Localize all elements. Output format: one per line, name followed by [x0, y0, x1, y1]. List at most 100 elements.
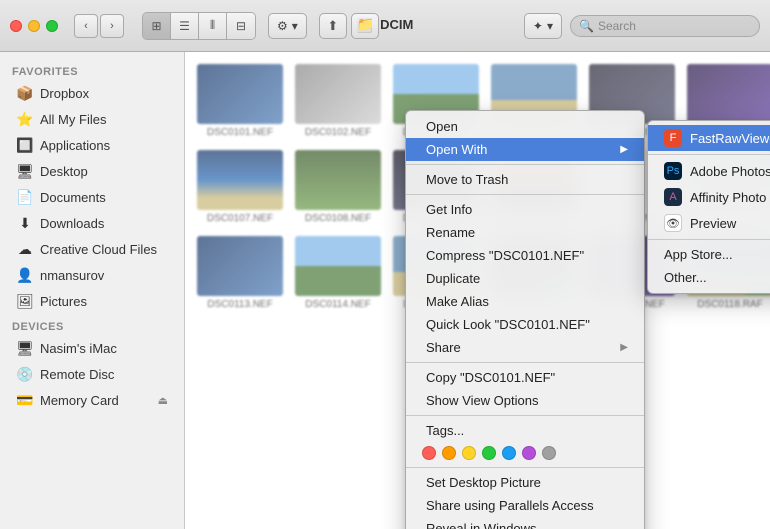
sidebar-item-label: Remote Disc [40, 367, 114, 382]
menu-item-label: Make Alias [426, 294, 489, 309]
close-button[interactable] [10, 20, 22, 32]
color-tag-purple[interactable] [522, 446, 536, 460]
sidebar-item-nasim-imac[interactable]: 🖥 Nasim's iMac [4, 336, 180, 361]
submenu-item-affinity[interactable]: A Affinity Photo (1.5.2) [648, 184, 770, 210]
submenu-item-photoshop[interactable]: Ps Adobe Photoshop CC 2017 [648, 158, 770, 184]
submenu-item-app-store[interactable]: App Store... [648, 243, 770, 266]
submenu-item-label: FastRawViewer (default) (1.4.3) [690, 131, 770, 146]
devices-label: Devices [0, 315, 184, 335]
documents-icon: 📄 [16, 189, 34, 206]
menu-item-label: Rename [426, 225, 475, 240]
submenu-item-label: Adobe Photoshop CC 2017 [690, 164, 770, 179]
sidebar-item-remote-disc[interactable]: 💿 Remote Disc [4, 362, 180, 387]
open-with-submenu: F FastRawViewer (default) (1.4.3) Ps Ado… [647, 120, 770, 294]
sidebar: Favorites 📦 Dropbox ⭐ All My Files 🔲 App… [0, 52, 185, 529]
menu-item-label: Get Info [426, 202, 472, 217]
sidebar-item-desktop[interactable]: 🖥 Desktop [4, 159, 180, 184]
sidebar-item-label: Documents [40, 190, 106, 205]
submenu-arrow-icon: ▶ [620, 144, 628, 155]
title-bar: ‹ › ⊞ ☰ ⫴ ⊟ ⚙ ▾ ⬆ ⬜ 📁 DCIM ✦ ▾ 🔍 Search [0, 0, 770, 52]
sidebar-item-all-my-files[interactable]: ⭐ All My Files [4, 107, 180, 132]
nav-arrows: ‹ › [74, 14, 124, 38]
menu-item-get-info[interactable]: Get Info [406, 198, 644, 221]
submenu-item-label: Other... [664, 270, 707, 285]
menu-item-move-to-trash[interactable]: Move to Trash [406, 168, 644, 191]
eject-icon[interactable]: ⏏ [158, 394, 168, 407]
back-button[interactable]: ‹ [74, 14, 98, 38]
window-title: DCIM [380, 17, 413, 32]
sidebar-item-dropbox[interactable]: 📦 Dropbox [4, 81, 180, 106]
menu-item-quick-look[interactable]: Quick Look "DSC0101.NEF" [406, 313, 644, 336]
submenu-item-label: App Store... [664, 247, 733, 262]
memory-card-icon: 💳 [16, 392, 34, 409]
menu-item-reveal-windows[interactable]: Reveal in Windows [406, 517, 644, 529]
color-tag-red[interactable] [422, 446, 436, 460]
menu-item-share[interactable]: Share ▶ [406, 336, 644, 359]
color-tag-blue[interactable] [502, 446, 516, 460]
submenu-item-label: Affinity Photo (1.5.2) [690, 190, 770, 205]
photoshop-icon: Ps [664, 162, 682, 180]
color-tag-yellow[interactable] [462, 446, 476, 460]
submenu-item-other[interactable]: Other... [648, 266, 770, 289]
menu-item-label: Set Desktop Picture [426, 475, 541, 490]
imac-icon: 🖥 [16, 340, 34, 357]
sidebar-item-creative-cloud[interactable]: ☁ Creative Cloud Files [4, 237, 180, 262]
search-placeholder: Search [598, 19, 636, 33]
creative-cloud-icon: ☁ [16, 241, 34, 258]
sidebar-item-memory-card[interactable]: 💳 Memory Card ⏏ [4, 388, 180, 413]
forward-button[interactable]: › [100, 14, 124, 38]
context-menu-overlay[interactable]: Open Open With ▶ Move to Trash Get Info … [185, 52, 770, 529]
menu-item-open-with[interactable]: Open With ▶ [406, 138, 644, 161]
menu-separator [406, 194, 644, 195]
cover-flow-button[interactable]: ⊟ [227, 13, 255, 39]
menu-item-duplicate[interactable]: Duplicate [406, 267, 644, 290]
sidebar-item-documents[interactable]: 📄 Documents [4, 185, 180, 210]
sidebar-item-label: Downloads [40, 216, 104, 231]
menu-separator [406, 415, 644, 416]
sidebar-item-pictures[interactable]: 🖼 Pictures [4, 289, 180, 314]
minimize-button[interactable] [28, 20, 40, 32]
menu-item-label: Share using Parallels Access [426, 498, 594, 513]
menu-item-share-parallels[interactable]: Share using Parallels Access [406, 494, 644, 517]
menu-item-label: Reveal in Windows [426, 521, 537, 529]
color-tag-gray[interactable] [542, 446, 556, 460]
menu-separator [406, 164, 644, 165]
submenu-item-fastraw[interactable]: F FastRawViewer (default) (1.4.3) [648, 125, 770, 151]
sidebar-item-applications[interactable]: 🔲 Applications [4, 133, 180, 158]
column-view-button[interactable]: ⫴ [199, 13, 227, 39]
view-controls: ⊞ ☰ ⫴ ⊟ [142, 12, 256, 40]
list-view-button[interactable]: ☰ [171, 13, 199, 39]
menu-item-copy[interactable]: Copy "DSC0101.NEF" [406, 366, 644, 389]
menu-item-open[interactable]: Open [406, 115, 644, 138]
search-icon: 🔍 [579, 19, 594, 33]
dropbox-button[interactable]: ✦ ▾ [524, 13, 562, 39]
folder-icon: 📁 [357, 16, 374, 33]
sidebar-item-downloads[interactable]: ⬇ Downloads [4, 211, 180, 236]
dropbox-arrow: ▾ [547, 19, 553, 33]
maximize-button[interactable] [46, 20, 58, 32]
search-bar[interactable]: 🔍 Search [570, 15, 760, 37]
menu-item-make-alias[interactable]: Make Alias [406, 290, 644, 313]
share-action-button[interactable]: ⬆ [319, 13, 347, 39]
desktop-icon: 🖥 [16, 163, 34, 180]
sidebar-item-label: Applications [40, 138, 110, 153]
menu-item-compress[interactable]: Compress "DSC0101.NEF" [406, 244, 644, 267]
arrange-button[interactable]: ⚙ ▾ [268, 13, 307, 39]
sidebar-item-label: Pictures [40, 294, 87, 309]
color-tag-orange[interactable] [442, 446, 456, 460]
menu-item-rename[interactable]: Rename [406, 221, 644, 244]
color-tag-green[interactable] [482, 446, 496, 460]
menu-separator [406, 467, 644, 468]
menu-item-label: Move to Trash [426, 172, 508, 187]
user-icon: 👤 [16, 267, 34, 284]
window-title-area: 📁 DCIM [357, 16, 414, 33]
sidebar-item-label: nmansurov [40, 268, 104, 283]
submenu-item-preview[interactable]: 👁 Preview [648, 210, 770, 236]
pictures-icon: 🖼 [16, 293, 34, 310]
menu-item-tags[interactable]: Tags... [406, 419, 644, 442]
menu-item-show-view-options[interactable]: Show View Options [406, 389, 644, 412]
menu-item-set-desktop[interactable]: Set Desktop Picture [406, 471, 644, 494]
sidebar-item-nmansurov[interactable]: 👤 nmansurov [4, 263, 180, 288]
icon-view-button[interactable]: ⊞ [143, 13, 171, 39]
submenu-separator [648, 239, 770, 240]
